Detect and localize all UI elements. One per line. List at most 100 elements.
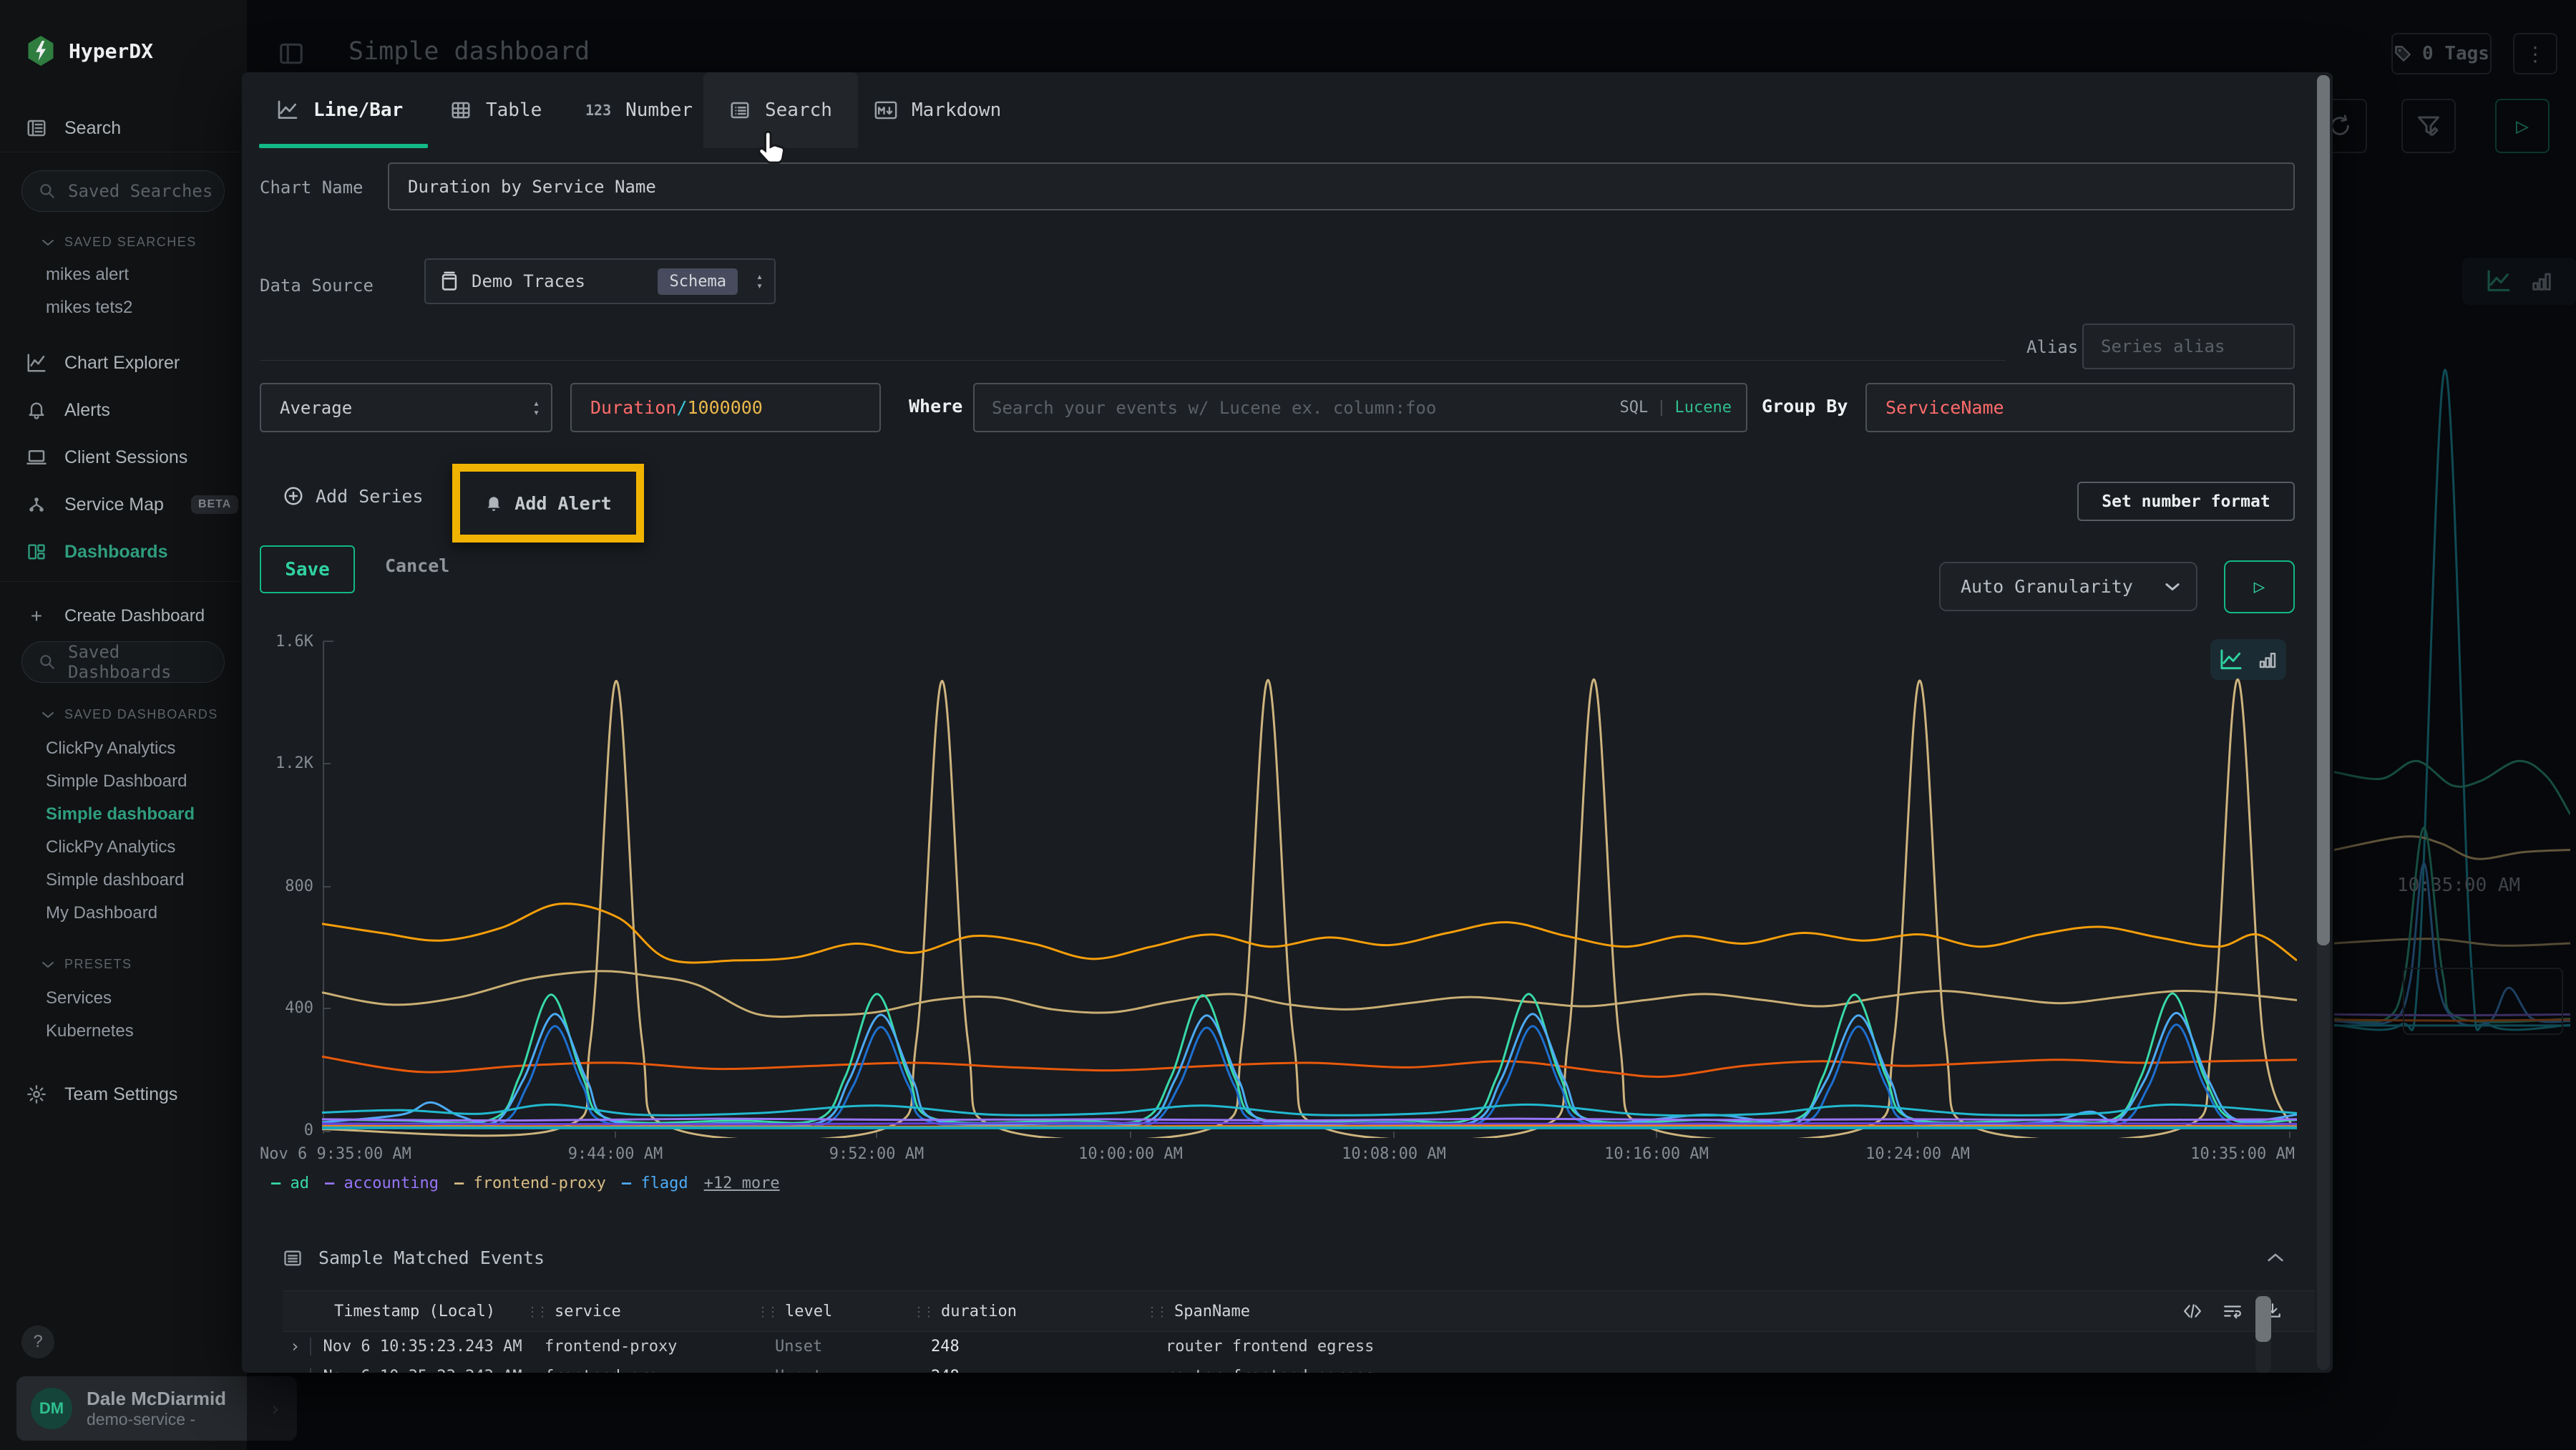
granularity-select[interactable]: Auto Granularity <box>1939 562 2197 611</box>
select-chevrons-icon: ▴▾ <box>756 272 763 291</box>
aggregation-select[interactable]: Average ▴▾ <box>260 383 552 432</box>
plus-icon: + <box>26 605 47 628</box>
chevron-down-icon <box>42 238 54 247</box>
legend-label[interactable]: flagd <box>640 1174 688 1192</box>
saved-dashboard-item[interactable]: ClickPy Analytics <box>46 837 175 857</box>
sidebar-item-chart-explorer[interactable]: Chart Explorer <box>0 342 247 384</box>
column-header[interactable]: ⋮⋮SpanName <box>1146 1303 2183 1320</box>
legend-label[interactable]: accounting <box>344 1174 439 1192</box>
sidebar-item-service-map[interactable]: Service Map BETA <box>0 484 247 525</box>
sample-events-header[interactable]: Sample Matched Events <box>283 1247 545 1268</box>
legend-dash: — <box>271 1174 280 1192</box>
field-expression-input[interactable]: Duration/1000000 <box>570 383 881 432</box>
search-list-icon <box>729 99 751 121</box>
markdown-icon <box>874 100 897 120</box>
saved-dashboard-item-active[interactable]: Simple dashboard <box>46 804 195 824</box>
legend-more-button[interactable]: +12 more <box>704 1174 780 1192</box>
tab-line-bar[interactable]: Line/Bar <box>276 72 403 148</box>
saved-search-item[interactable]: mikes alert <box>46 265 129 285</box>
tab-markdown[interactable]: Markdown <box>874 72 1001 148</box>
mouse-cursor <box>756 130 789 169</box>
drag-handle-icon[interactable]: ⋮⋮ <box>526 1305 546 1320</box>
saved-dashboard-item[interactable]: My Dashboard <box>46 903 157 923</box>
saved-searches-heading[interactable]: SAVED SEARCHES <box>42 235 197 250</box>
bell-icon <box>26 400 47 420</box>
series-alias-input[interactable]: Series alias <box>2082 323 2295 369</box>
tab-number[interactable]: 123 Number <box>585 72 693 148</box>
saved-dashboard-item[interactable]: ClickPy Analytics <box>46 739 175 759</box>
add-alert-button[interactable]: Add Alert <box>484 493 611 514</box>
brand-name: HyperDX <box>69 39 153 63</box>
edit-chart-modal: Line/Bar Table 123 Number Search Markdow… <box>242 72 2333 1373</box>
modal-scrollbar-thumb[interactable] <box>2317 75 2330 945</box>
chevron-down-icon <box>42 960 54 969</box>
laptop-icon <box>26 447 47 468</box>
y-tick: 800 <box>256 877 313 895</box>
code-icon[interactable] <box>2183 1303 2202 1319</box>
event-row-clipped[interactable]: › Nov 6 10:35:23.243 AM frontend-proxy U… <box>283 1362 2315 1373</box>
saved-dashboards-placeholder: Saved Dashboards <box>68 642 224 682</box>
sidebar-item-search[interactable]: Search <box>0 107 247 149</box>
saved-dashboards-heading[interactable]: SAVED DASHBOARDS <box>42 707 218 722</box>
gear-icon <box>26 1084 47 1104</box>
legend-dash: — <box>454 1174 464 1192</box>
legend-label[interactable]: frontend-proxy <box>473 1174 605 1192</box>
sidebar-item-dashboards[interactable]: Dashboards <box>0 531 247 573</box>
create-dashboard-button[interactable]: + Create Dashboard <box>0 595 247 637</box>
column-header[interactable]: ⋮⋮duration <box>912 1303 1146 1320</box>
chart-name-label: Chart Name <box>260 177 364 198</box>
brand[interactable]: HyperDX <box>26 34 153 67</box>
preset-item[interactable]: Services <box>46 988 112 1008</box>
drag-handle-icon[interactable]: ⋮⋮ <box>1146 1305 1166 1320</box>
data-source-select[interactable]: Demo Traces Schema ▴▾ <box>424 258 776 304</box>
preset-item[interactable]: Kubernetes <box>46 1021 134 1041</box>
add-series-button[interactable]: Add Series <box>283 485 424 507</box>
duration-by-service-chart[interactable] <box>322 637 2297 1138</box>
logs-icon <box>26 117 47 139</box>
service-map-icon <box>26 495 47 515</box>
drag-handle-icon[interactable]: ⋮⋮ <box>756 1305 776 1320</box>
sidebar-item-client-sessions[interactable]: Client Sessions <box>0 437 247 478</box>
sql-toggle[interactable]: SQL <box>1620 399 1649 417</box>
x-tick: 10:24:00 AM <box>1865 1145 1970 1163</box>
sidebar-item-team-settings[interactable]: Team Settings <box>0 1074 247 1115</box>
user-name: Dale McDiarmid <box>87 1388 226 1410</box>
collapse-section-icon[interactable] <box>2267 1252 2284 1263</box>
cancel-button[interactable]: Cancel <box>385 555 449 576</box>
saved-dashboards-input[interactable]: Saved Dashboards <box>21 641 225 683</box>
drag-handle-icon[interactable]: ⋮⋮ <box>912 1305 932 1320</box>
help-button[interactable]: ? <box>21 1325 54 1358</box>
group-by-input[interactable]: ServiceName <box>1865 383 2295 432</box>
saved-dashboard-item[interactable]: Simple Dashboard <box>46 772 187 792</box>
saved-search-item[interactable]: mikes tets2 <box>46 298 132 318</box>
saved-dashboard-item[interactable]: Simple dashboard <box>46 870 184 890</box>
legend-label[interactable]: ad <box>291 1174 310 1192</box>
alias-label: Alias <box>2026 337 2078 357</box>
select-chevrons-icon: ▴▾ <box>533 399 540 417</box>
column-header[interactable]: ⋮⋮service <box>526 1303 756 1320</box>
number-123-icon: 123 <box>585 102 611 119</box>
sidebar: HyperDX Search Saved Searches SAVED SEAR… <box>0 0 247 1450</box>
schema-badge[interactable]: Schema <box>658 268 737 295</box>
table-scrollbar-thumb[interactable] <box>2255 1296 2271 1342</box>
set-number-format-button[interactable]: Set number format <box>2077 482 2295 521</box>
legend-dash: — <box>622 1174 631 1192</box>
avatar: DM <box>31 1388 72 1429</box>
saved-searches-input[interactable]: Saved Searches <box>21 170 225 212</box>
expand-row-icon[interactable]: › <box>290 1336 300 1356</box>
run-chart-button[interactable]: ▷ <box>2224 560 2295 613</box>
data-source-label: Data Source <box>260 276 374 296</box>
sidebar-item-alerts[interactable]: Alerts <box>0 389 247 431</box>
wrap-text-icon[interactable] <box>2223 1303 2242 1319</box>
hyperdx-logo-icon <box>26 34 56 67</box>
tab-table[interactable]: Table <box>450 72 542 148</box>
presets-heading[interactable]: PRESETS <box>42 957 132 972</box>
column-header[interactable]: ⋮⋮level <box>756 1303 912 1320</box>
lucene-toggle[interactable]: Lucene <box>1675 399 1732 417</box>
event-row[interactable]: › Nov 6 10:35:23.243 AM frontend-proxy U… <box>283 1332 2315 1361</box>
column-header[interactable]: Timestamp (Local) <box>283 1303 526 1320</box>
where-search-input[interactable]: Search your events w/ Lucene ex. column:… <box>973 383 1747 432</box>
chart-name-input[interactable]: Duration by Service Name <box>388 162 2295 210</box>
expand-row-icon[interactable]: › <box>290 1366 300 1373</box>
save-button[interactable]: Save <box>260 545 355 593</box>
